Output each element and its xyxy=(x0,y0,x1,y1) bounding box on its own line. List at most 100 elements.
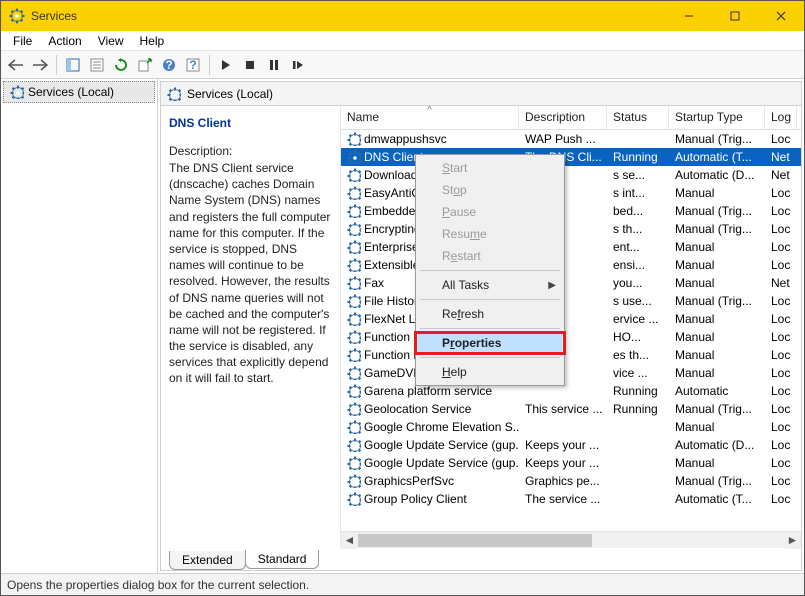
ctx-resume[interactable]: Resume xyxy=(418,223,562,245)
cell-description: Keeps your ... xyxy=(519,438,607,452)
cell-description: WAP Push ... xyxy=(519,132,607,146)
service-row[interactable]: Encryptings th...Manual (Trig...Loc xyxy=(341,220,801,238)
menu-view[interactable]: View xyxy=(90,32,132,50)
service-row[interactable]: Function Bes th...ManualLoc xyxy=(341,346,801,364)
service-row[interactable]: Embeddedbed...Manual (Trig...Loc xyxy=(341,202,801,220)
cell-logon: Loc xyxy=(765,474,797,488)
cell-startup: Manual xyxy=(669,240,765,254)
gear-icon xyxy=(347,402,361,416)
column-log-on-as[interactable]: Log xyxy=(765,106,797,129)
cell-status: Running xyxy=(607,384,669,398)
service-row[interactable]: Google Chrome Elevation S...ManualLoc xyxy=(341,418,801,436)
gear-icon xyxy=(347,330,361,344)
cell-logon: Loc xyxy=(765,132,797,146)
ctx-help[interactable]: Help xyxy=(418,361,562,383)
menu-help[interactable]: Help xyxy=(132,32,173,50)
restart-service-button[interactable] xyxy=(287,54,309,76)
cell-startup: Manual xyxy=(669,348,765,362)
help-toolbar-button[interactable]: ? xyxy=(158,54,180,76)
cell-description: This service ... xyxy=(519,402,607,416)
help2-toolbar-button[interactable]: ? xyxy=(182,54,204,76)
ctx-separator xyxy=(420,328,560,329)
service-row[interactable]: Extensible ensi...ManualLoc xyxy=(341,256,801,274)
service-row[interactable]: Function BHO...ManualLoc xyxy=(341,328,801,346)
show-hide-tree-button[interactable] xyxy=(62,54,84,76)
ctx-pause[interactable]: Pause xyxy=(418,201,562,223)
column-name[interactable]: Name^ xyxy=(341,106,519,129)
service-row[interactable]: Google Update Service (gup...Keeps your … xyxy=(341,436,801,454)
service-row[interactable]: Enterprise ent...ManualLoc xyxy=(341,238,801,256)
menu-action[interactable]: Action xyxy=(40,32,89,50)
service-row[interactable]: dmwappushsvcWAP Push ...Manual (Trig...L… xyxy=(341,130,801,148)
column-description[interactable]: Description xyxy=(519,106,607,129)
column-startup-type[interactable]: Startup Type xyxy=(669,106,765,129)
start-service-button[interactable] xyxy=(215,54,237,76)
pause-service-button[interactable] xyxy=(263,54,285,76)
cell-name: Google Update Service (gup... xyxy=(341,456,519,470)
ctx-properties[interactable]: Properties xyxy=(418,332,562,354)
close-button[interactable] xyxy=(758,1,804,31)
tab-standard[interactable]: Standard xyxy=(245,550,320,569)
window-title: Services xyxy=(31,9,77,23)
menu-file[interactable]: File xyxy=(5,32,40,50)
gear-icon xyxy=(347,294,361,308)
selected-service-title: DNS Client xyxy=(169,116,332,130)
services-list: Name^ Description Status Startup Type Lo… xyxy=(341,106,801,548)
service-row[interactable]: GameDVR vice ...ManualLoc xyxy=(341,364,801,382)
view-tabs: Extended Standard xyxy=(161,548,801,570)
scroll-right-button[interactable]: ► xyxy=(784,532,801,549)
tree-pane[interactable]: Services (Local) xyxy=(1,79,158,573)
tab-extended[interactable]: Extended xyxy=(169,551,246,570)
cell-status: s th... xyxy=(607,222,669,236)
svg-text:?: ? xyxy=(165,58,172,72)
ctx-all-tasks[interactable]: All Tasks▶ xyxy=(418,274,562,296)
forward-button[interactable] xyxy=(29,54,51,76)
service-row[interactable]: Downloades se...Automatic (D...Net xyxy=(341,166,801,184)
service-row[interactable]: File Historys use...Manual (Trig...Loc xyxy=(341,292,801,310)
service-row[interactable]: Faxyou...ManualNet xyxy=(341,274,801,292)
cell-status: vice ... xyxy=(607,366,669,380)
service-row[interactable]: Google Update Service (gup...Keeps your … xyxy=(341,454,801,472)
gear-icon xyxy=(347,222,361,236)
service-row[interactable]: Geolocation ServiceThis service ...Runni… xyxy=(341,400,801,418)
column-status[interactable]: Status xyxy=(607,106,669,129)
ctx-separator xyxy=(420,357,560,358)
tree-node-services-local[interactable]: Services (Local) xyxy=(3,81,155,103)
horizontal-scrollbar[interactable]: ◄ ► xyxy=(341,531,801,548)
stop-service-button[interactable] xyxy=(239,54,261,76)
ctx-refresh[interactable]: Refresh xyxy=(418,303,562,325)
scroll-thumb[interactable] xyxy=(358,534,592,547)
service-row[interactable]: DNS ClientThe DNS Cli...RunningAutomatic… xyxy=(341,148,801,166)
service-row[interactable]: EasyAntiChs int...ManualLoc xyxy=(341,184,801,202)
ctx-start[interactable]: Start xyxy=(418,157,562,179)
cell-status: es th... xyxy=(607,348,669,362)
cell-status: s se... xyxy=(607,168,669,182)
ctx-stop[interactable]: Stop xyxy=(418,179,562,201)
cell-startup: Automatic (T... xyxy=(669,150,765,164)
service-rows[interactable]: dmwappushsvcWAP Push ...Manual (Trig...L… xyxy=(341,130,801,531)
toolbar-separator xyxy=(56,55,57,75)
maximize-button[interactable] xyxy=(712,1,758,31)
cell-logon: Loc xyxy=(765,348,797,362)
gear-icon xyxy=(347,276,361,290)
cell-name: Google Chrome Elevation S... xyxy=(341,420,519,434)
ctx-restart[interactable]: Restart xyxy=(418,245,562,267)
cell-status: Running xyxy=(607,402,669,416)
cell-logon: Loc xyxy=(765,204,797,218)
cell-status: bed... xyxy=(607,204,669,218)
cell-name: GraphicsPerfSvc xyxy=(341,474,519,488)
scroll-left-button[interactable]: ◄ xyxy=(341,532,358,549)
titlebar[interactable]: Services xyxy=(1,1,804,31)
back-button[interactable] xyxy=(5,54,27,76)
properties-toolbar-button[interactable] xyxy=(86,54,108,76)
refresh-button[interactable] xyxy=(110,54,132,76)
service-row[interactable]: FlexNet Licervice ...ManualLoc xyxy=(341,310,801,328)
scroll-track[interactable] xyxy=(358,532,784,549)
cell-startup: Manual xyxy=(669,330,765,344)
service-row[interactable]: Group Policy ClientThe service ...Automa… xyxy=(341,490,801,508)
cell-startup: Manual xyxy=(669,186,765,200)
service-row[interactable]: Garena platform serviceRunningAutomaticL… xyxy=(341,382,801,400)
service-row[interactable]: GraphicsPerfSvcGraphics pe...Manual (Tri… xyxy=(341,472,801,490)
export-list-button[interactable] xyxy=(134,54,156,76)
minimize-button[interactable] xyxy=(666,1,712,31)
